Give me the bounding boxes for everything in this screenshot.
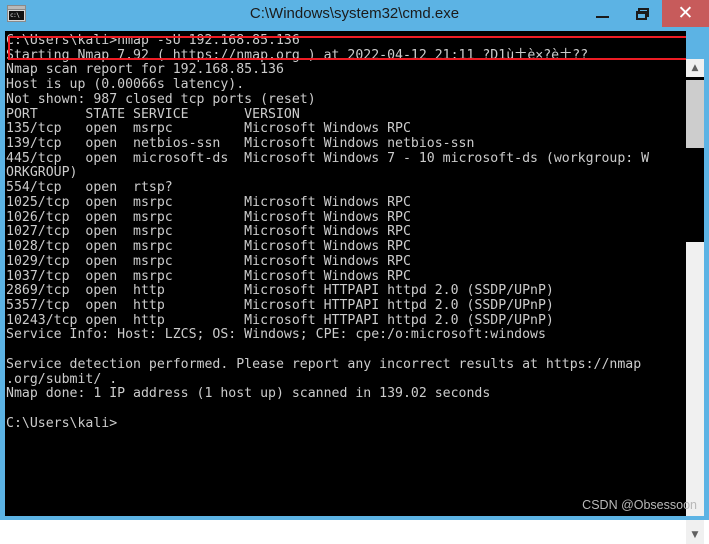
terminal-output[interactable]: C:\Users\kali>nmap -sU 192.168.85.136 Sta… bbox=[5, 31, 686, 516]
scrollbar-track-lower[interactable] bbox=[686, 242, 704, 526]
vertical-scrollbar[interactable]: ▲ ▼ bbox=[686, 59, 704, 544]
terminal-line: Service detection performed. Please repo… bbox=[6, 356, 642, 372]
terminal-line: 1028/tcp open msrpc Microsoft Windows RP… bbox=[6, 239, 411, 255]
terminal-line: 5357/tcp open http Microsoft HTTPAPI htt… bbox=[6, 297, 554, 313]
console-frame: C:\Users\kali>nmap -sU 192.168.85.136 Sta… bbox=[0, 28, 709, 544]
restore-button[interactable] bbox=[622, 0, 662, 27]
scrollbar-thumb[interactable] bbox=[686, 80, 704, 148]
cmd-window: c:\ C:\Windows\system32\cmd.exe ✕ C:\Use… bbox=[0, 0, 709, 544]
terminal-line: 2869/tcp open http Microsoft HTTPAPI htt… bbox=[6, 283, 554, 299]
terminal-line: ORKGROUP) bbox=[6, 165, 78, 181]
terminal-line: 135/tcp open msrpc Microsoft Windows RPC bbox=[6, 121, 411, 137]
terminal-line: .org/submit/ . bbox=[6, 371, 118, 387]
scroll-up-arrow-icon[interactable]: ▲ bbox=[686, 59, 704, 77]
terminal-line: 1037/tcp open msrpc Microsoft Windows RP… bbox=[6, 268, 411, 284]
terminal-line: 554/tcp open rtsp? bbox=[6, 180, 173, 196]
title-bar[interactable]: c:\ C:\Windows\system32\cmd.exe ✕ bbox=[0, 0, 709, 28]
watermark-label: CSDN @Obsessoon bbox=[582, 498, 697, 512]
terminal-line: 1026/tcp open msrpc Microsoft Windows RP… bbox=[6, 209, 411, 225]
terminal-line: 139/tcp open netbios-ssn Microsoft Windo… bbox=[6, 136, 475, 152]
terminal-line: 10243/tcp open http Microsoft HTTPAPI ht… bbox=[6, 312, 554, 328]
restore-icon bbox=[635, 7, 649, 20]
terminal-line: 1025/tcp open msrpc Microsoft Windows RP… bbox=[6, 194, 411, 210]
terminal-line: Not shown: 987 closed tcp ports (reset) bbox=[6, 91, 316, 107]
terminal-line: C:\Users\kali> bbox=[6, 415, 118, 431]
window-bottom-border bbox=[0, 516, 709, 520]
terminal-line: Starting Nmap 7.92 ( https://nmap.org ) … bbox=[6, 47, 589, 63]
terminal-line: C:\Users\kali>nmap -sU 192.168.85.136 bbox=[6, 33, 300, 48]
terminal-line: 445/tcp open microsoft-ds Microsoft Wind… bbox=[6, 150, 650, 166]
terminal-line: 1029/tcp open msrpc Microsoft Windows RP… bbox=[6, 253, 411, 269]
terminal-line: Nmap done: 1 IP address (1 host up) scan… bbox=[6, 386, 491, 402]
terminal-text: C:\Users\kali>nmap -sU 192.168.85.136 Sta… bbox=[5, 33, 686, 431]
minimize-button[interactable] bbox=[582, 0, 622, 27]
terminal-line: Host is up (0.00066s latency). bbox=[6, 77, 245, 93]
close-icon: ✕ bbox=[677, 2, 694, 24]
caption-buttons: ✕ bbox=[582, 0, 709, 27]
terminal-line: 1027/tcp open msrpc Microsoft Windows RP… bbox=[6, 224, 411, 240]
scroll-down-arrow-icon[interactable]: ▼ bbox=[686, 526, 704, 544]
terminal-line: Service Info: Host: LZCS; OS: Windows; C… bbox=[6, 327, 546, 343]
minimize-icon bbox=[595, 16, 609, 18]
close-button[interactable]: ✕ bbox=[662, 0, 709, 27]
terminal-line: Nmap scan report for 192.168.85.136 bbox=[6, 62, 284, 78]
terminal-line: PORT STATE SERVICE VERSION bbox=[6, 106, 300, 122]
